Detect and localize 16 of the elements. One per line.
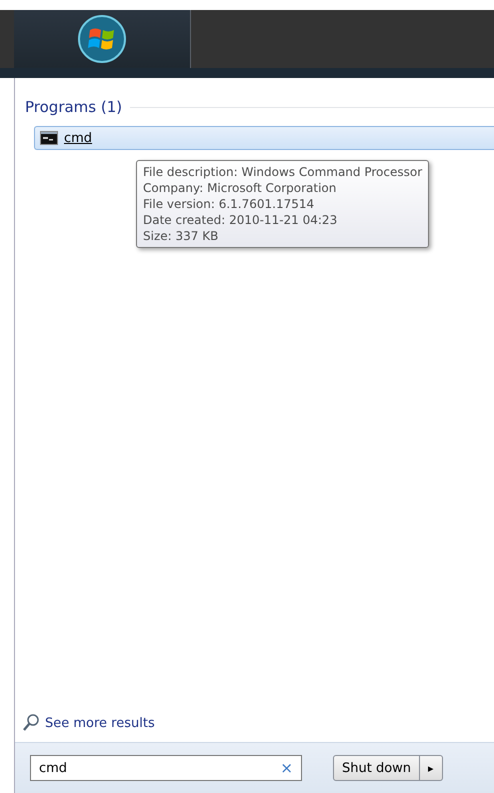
see-more-results-link[interactable]: See more results (45, 716, 155, 730)
tooltip-line: File description: Windows Command Processor (143, 164, 422, 180)
search-field[interactable]: cmd × (30, 755, 302, 781)
tooltip-line: Size: 337 KB (143, 228, 220, 244)
shut-down-button[interactable]: Shut down (333, 755, 420, 781)
windows-logo-icon[interactable] (77, 14, 127, 64)
search-icon (23, 714, 39, 732)
tooltip-line: File version: 6.1.7601.17514 (143, 196, 316, 212)
console-icon (40, 131, 58, 145)
clear-button[interactable]: × (280, 759, 293, 777)
shut-down-options-button[interactable]: ▸ (420, 755, 444, 781)
tooltip-line: Company: Microsoft Corporation (143, 180, 338, 196)
tooltip-line: Date created: 2010-11-21 04:23 (143, 212, 338, 228)
section-heading: Programs (1) (25, 98, 122, 116)
program-item[interactable]: cmd (34, 126, 494, 150)
program-label: cmd (64, 130, 92, 146)
